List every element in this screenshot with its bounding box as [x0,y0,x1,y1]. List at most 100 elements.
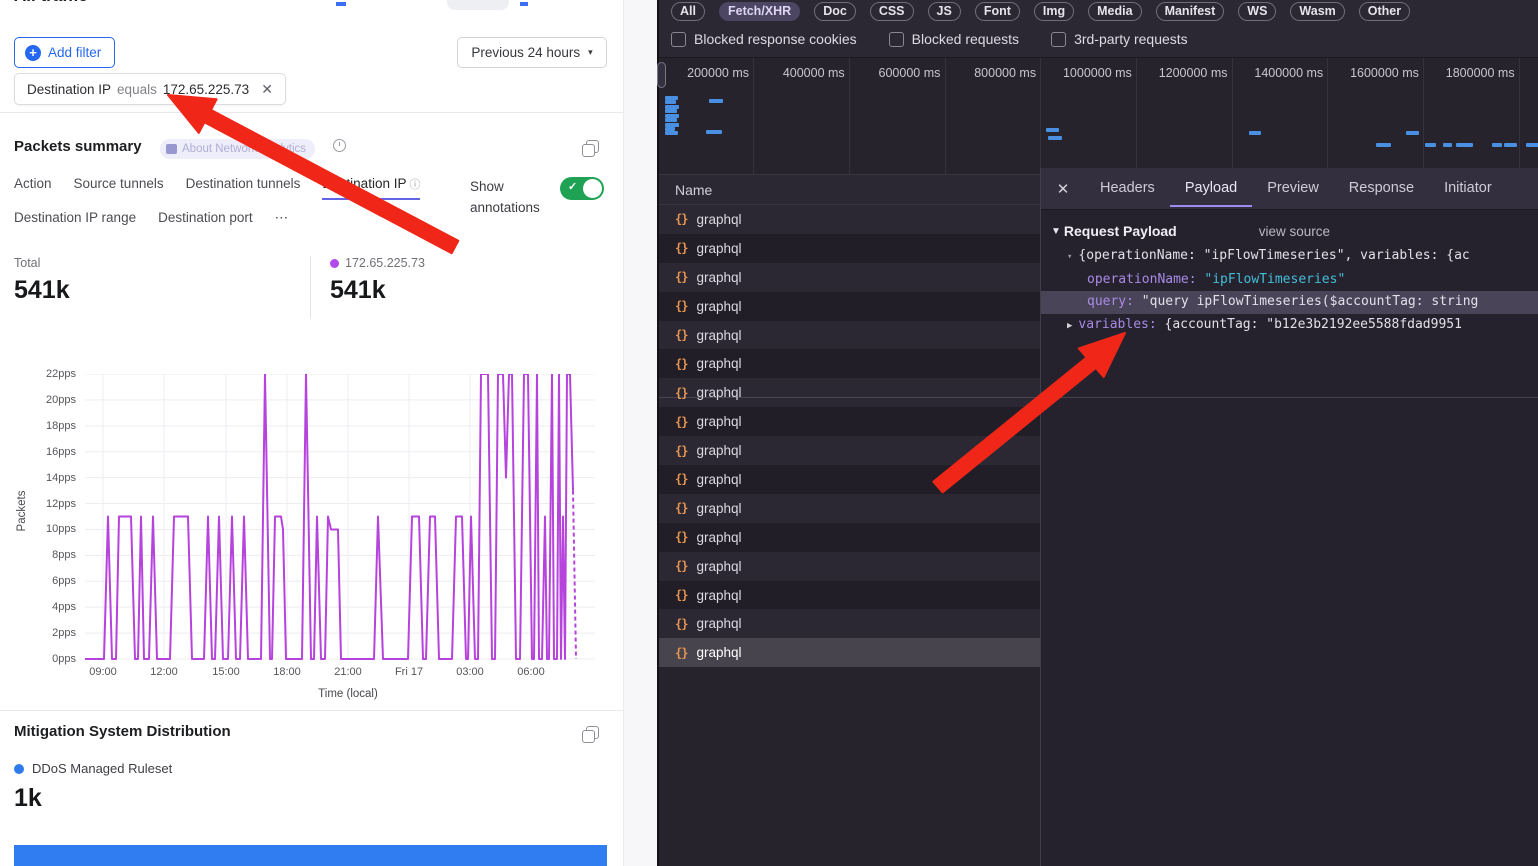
filter-chip-destination-ip[interactable]: Destination IP equals 172.65.225.73 ✕ [14,73,286,105]
y-tick-label: 20pps [28,394,76,406]
history-clock-icon[interactable] [333,139,346,152]
details-tab-headers[interactable]: Headers [1085,170,1170,207]
dimension-tabs-row-2: Destination IP range Destination port ⋯ [14,210,288,232]
request-row-graphql[interactable]: {}graphql [659,407,1040,436]
request-row-graphql[interactable]: {}graphql [659,552,1040,581]
request-row-graphql[interactable]: {}graphql [659,263,1040,292]
waterfall-request-mark[interactable] [1048,136,1062,140]
waterfall-request-mark[interactable] [665,100,676,104]
payload-line-preview[interactable]: ▾{operationName: "ipFlowTimeseries", var… [1041,245,1538,269]
payload-line-operationname[interactable]: operationName: "ipFlowTimeseries" [1041,269,1538,292]
tab-source-tunnels[interactable]: Source tunnels [74,176,164,200]
request-row-graphql[interactable]: {}graphql [659,638,1040,667]
tab-destination-port[interactable]: Destination port [158,210,253,232]
tab-destination-ip-range[interactable]: Destination IP range [14,210,136,232]
filter-pill-doc[interactable]: Doc [814,2,856,21]
request-name: graphql [696,328,741,343]
tab-destination-tunnels[interactable]: Destination tunnels [186,176,301,200]
request-name: graphql [696,501,741,516]
details-tab-response[interactable]: Response [1334,170,1429,207]
details-tab-payload[interactable]: Payload [1170,170,1252,207]
request-row-graphql[interactable]: {}graphql [659,436,1040,465]
request-row-graphql[interactable]: {}graphql [659,292,1040,321]
request-row-graphql[interactable]: {}graphql [659,205,1040,234]
stat-series: 172.65.225.73 541k [330,256,425,305]
json-file-icon: {} [675,530,687,544]
filter-pill-media[interactable]: Media [1088,2,1141,21]
request-row-graphql[interactable]: {}graphql [659,378,1040,407]
request-name: graphql [696,241,741,256]
filter-pill-font[interactable]: Font [975,2,1020,21]
y-tick-label: 12pps [28,498,76,510]
close-icon[interactable]: ✕ [261,81,273,98]
request-row-graphql[interactable]: {}graphql [659,609,1040,638]
filter-pill-fetch-xhr[interactable]: Fetch/XHR [719,2,800,21]
payload-line-query[interactable]: query: "query ipFlowTimeseries($accountT… [1041,291,1538,314]
request-name: graphql [696,616,741,631]
filter-pill-js[interactable]: JS [928,2,961,21]
time-range-dropdown[interactable]: Previous 24 hours ▾ [457,37,607,68]
request-row-graphql[interactable]: {}graphql [659,349,1040,378]
waterfall-request-mark[interactable] [1376,143,1391,147]
expand-panel-icon[interactable] [586,726,599,739]
book-icon [166,144,177,154]
x-tick-label: 09:00 [75,666,131,678]
request-row-graphql[interactable]: {}graphql [659,494,1040,523]
show-annotations-toggle[interactable]: ✓ [560,177,604,200]
expand-panel-icon[interactable] [586,140,599,153]
request-row-graphql[interactable]: {}graphql [659,234,1040,263]
add-filter-button[interactable]: + Add filter [14,37,115,68]
timeline-overview[interactable]: 200000 ms400000 ms600000 ms800000 ms1000… [659,58,1538,175]
filter-pill-manifest[interactable]: Manifest [1156,2,1225,21]
checkbox-blocked-requests[interactable]: Blocked requests [889,31,1019,47]
request-row-graphql[interactable]: {}graphql [659,321,1040,350]
filter-pill-other[interactable]: Other [1359,2,1410,21]
request-list-header-name[interactable]: Name [659,175,1040,205]
view-source-link[interactable]: view source [1259,224,1330,239]
waterfall-request-mark[interactable] [1425,143,1436,147]
timeline-tick-label: 400000 ms [753,66,845,80]
request-row-graphql[interactable]: {}graphql [659,465,1040,494]
waterfall-request-mark[interactable] [1492,143,1502,147]
filter-pill-ws[interactable]: WS [1238,2,1276,21]
waterfall-request-mark[interactable] [1406,131,1419,135]
waterfall-request-mark[interactable] [1504,143,1517,147]
json-file-icon: {} [675,299,687,313]
waterfall-request-mark[interactable] [1526,143,1538,147]
filter-pill-css[interactable]: CSS [870,2,914,21]
checkbox-blocked-response-cookies[interactable]: Blocked response cookies [671,31,857,47]
filter-pill-wasm[interactable]: Wasm [1290,2,1344,21]
payload-line-variables[interactable]: ▶variables: {accountTag: "b12e3b2192ee55… [1041,314,1538,338]
waterfall-request-mark[interactable] [1046,128,1059,132]
checkbox-3rd-party-requests[interactable]: 3rd-party requests [1051,31,1188,47]
tab-more[interactable]: ⋯ [275,210,289,232]
request-row-graphql[interactable]: {}graphql [659,523,1040,552]
timeline-gridline [1232,58,1233,175]
packets-timeseries-chart[interactable] [85,374,600,662]
waterfall-request-mark[interactable] [709,99,723,103]
details-tab-preview[interactable]: Preview [1252,170,1334,207]
expander-triangle-icon[interactable]: ▾ [1067,252,1072,262]
stat-divider [310,256,311,318]
tab-action[interactable]: Action [14,176,52,200]
waterfall-request-mark[interactable] [665,109,677,113]
chart-y-axis-title: Packets [16,471,28,551]
filter-pill-img[interactable]: Img [1034,2,1074,21]
about-network-analytics-badge[interactable]: About Network Analytics [160,139,315,159]
tab-destination-ip[interactable]: Destination IPⓘ [322,176,420,200]
waterfall-request-mark[interactable] [1456,143,1473,147]
waterfall-request-mark[interactable] [1249,131,1261,135]
request-name: graphql [696,472,741,487]
request-name: graphql [696,559,741,574]
waterfall-request-mark[interactable] [665,131,678,135]
waterfall-request-mark[interactable] [1443,143,1452,147]
request-payload-header[interactable]: ▼ Request Payload view source [1051,223,1538,239]
expander-triangle-icon[interactable]: ▶ [1067,321,1072,331]
waterfall-request-mark[interactable] [665,118,677,122]
request-row-graphql[interactable]: {}graphql [659,581,1040,610]
waterfall-request-mark[interactable] [706,130,722,134]
stat-series-value: 541k [330,276,425,305]
close-icon[interactable]: ✕ [1041,180,1085,198]
details-tab-initiator[interactable]: Initiator [1429,170,1507,207]
filter-pill-all[interactable]: All [671,2,705,21]
